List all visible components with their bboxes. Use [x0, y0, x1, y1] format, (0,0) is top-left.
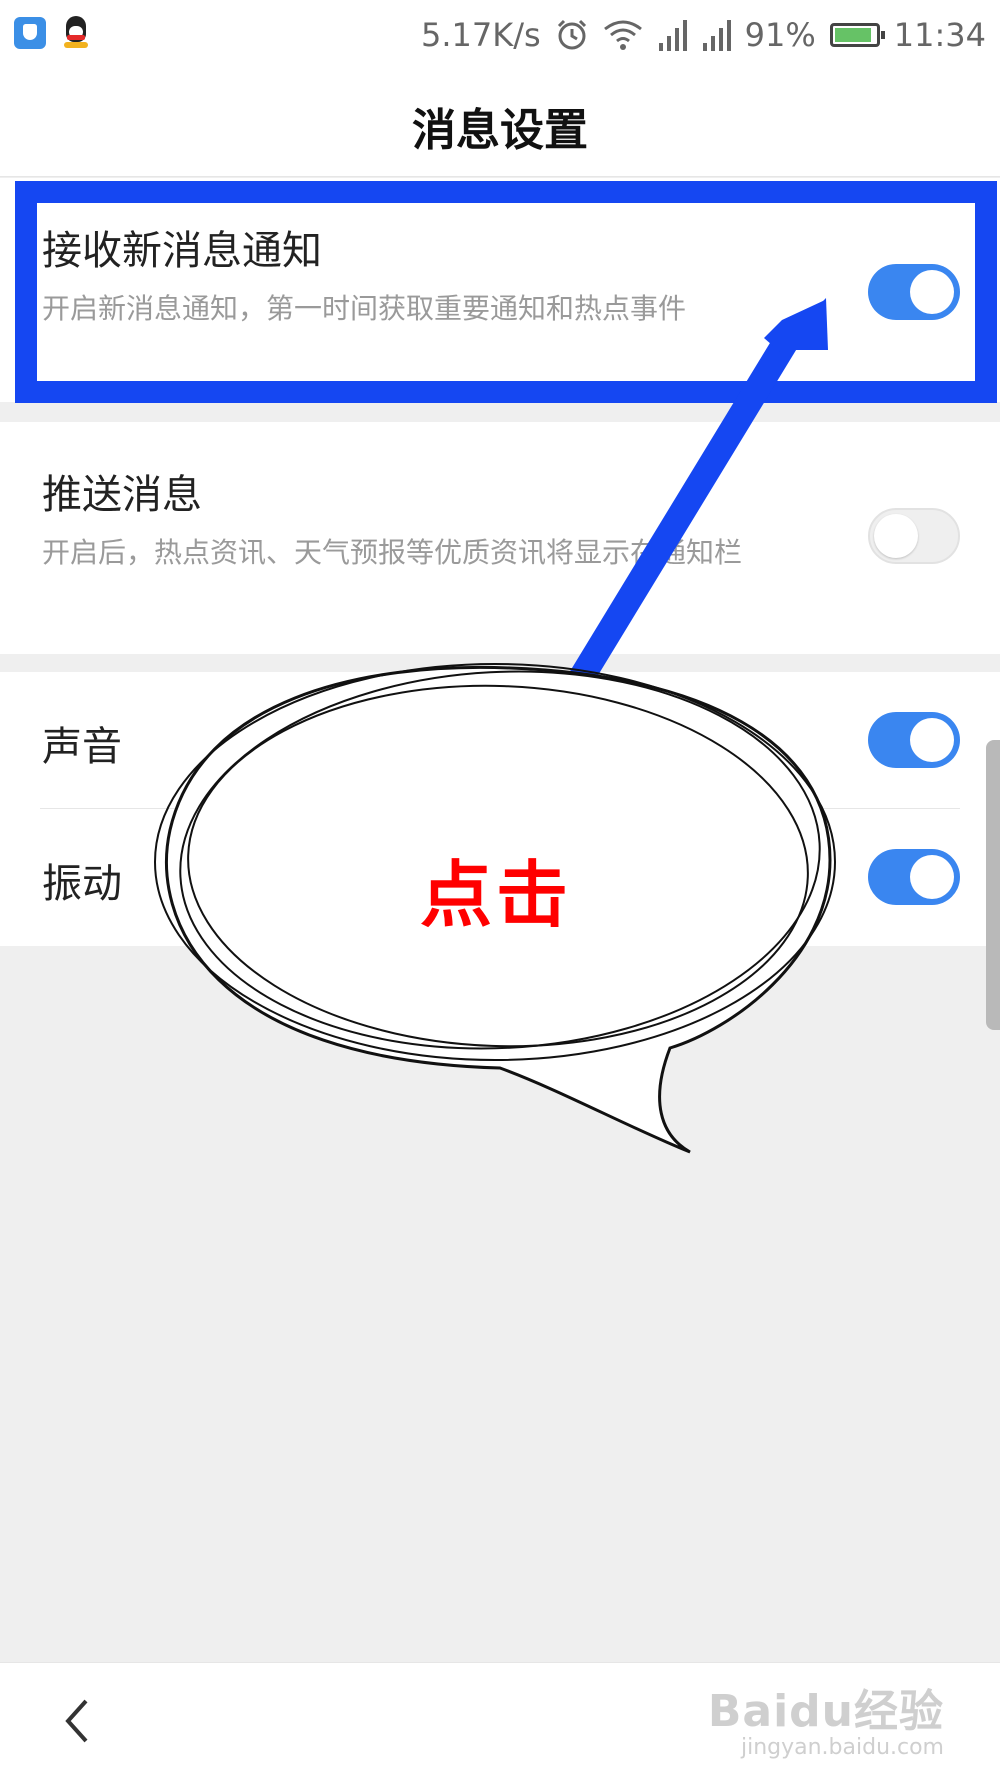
qq-penguin-icon — [62, 16, 90, 50]
setting-title: 振动 — [42, 861, 122, 907]
title-bar: 消息设置 — [0, 72, 1000, 177]
battery-percent: 91% — [744, 16, 816, 54]
annotation-highlight-box — [15, 181, 997, 403]
back-button[interactable] — [50, 1691, 110, 1751]
watermark: Baidu经验 jingyan.baidu.com — [708, 1675, 944, 1760]
status-bar: 5.17K/s 91% 11:34 — [0, 0, 1000, 72]
sound-toggle[interactable] — [868, 712, 960, 768]
network-speed: 5.17K/s — [420, 16, 541, 54]
setting-row-push-messages[interactable]: 推送消息 开启后，热点资讯、天气预报等优质资讯将显示在通知栏 — [0, 422, 1000, 654]
signal-icon-2 — [701, 19, 731, 51]
push-messages-toggle[interactable] — [868, 508, 960, 564]
signal-icon — [657, 19, 687, 51]
vibration-toggle[interactable] — [868, 849, 960, 905]
shield-icon — [14, 17, 46, 49]
clock: 11:34 — [893, 16, 986, 54]
setting-description: 开启后，热点资讯、天气预报等优质资讯将显示在通知栏 — [42, 536, 743, 569]
alarm-icon — [555, 18, 589, 52]
page-title: 消息设置 — [412, 105, 588, 156]
chevron-left-icon — [65, 1699, 88, 1743]
setting-title: 推送消息 — [42, 472, 202, 518]
watermark-url: jingyan.baidu.com — [740, 1735, 944, 1760]
setting-row-sound[interactable]: 声音 — [0, 672, 1000, 808]
battery-icon — [829, 23, 885, 47]
annotation-bubble-text: 点击 — [420, 853, 573, 937]
setting-title: 声音 — [42, 724, 122, 770]
watermark-logo-text: Baidu经验 — [707, 1686, 944, 1737]
wifi-icon — [603, 19, 643, 51]
bottom-bar: Baidu经验 jingyan.baidu.com — [0, 1662, 1000, 1779]
settings-section-push: 推送消息 开启后，热点资讯、天气预报等优质资讯将显示在通知栏 — [0, 422, 1000, 654]
scroll-indicator — [986, 740, 1000, 1030]
